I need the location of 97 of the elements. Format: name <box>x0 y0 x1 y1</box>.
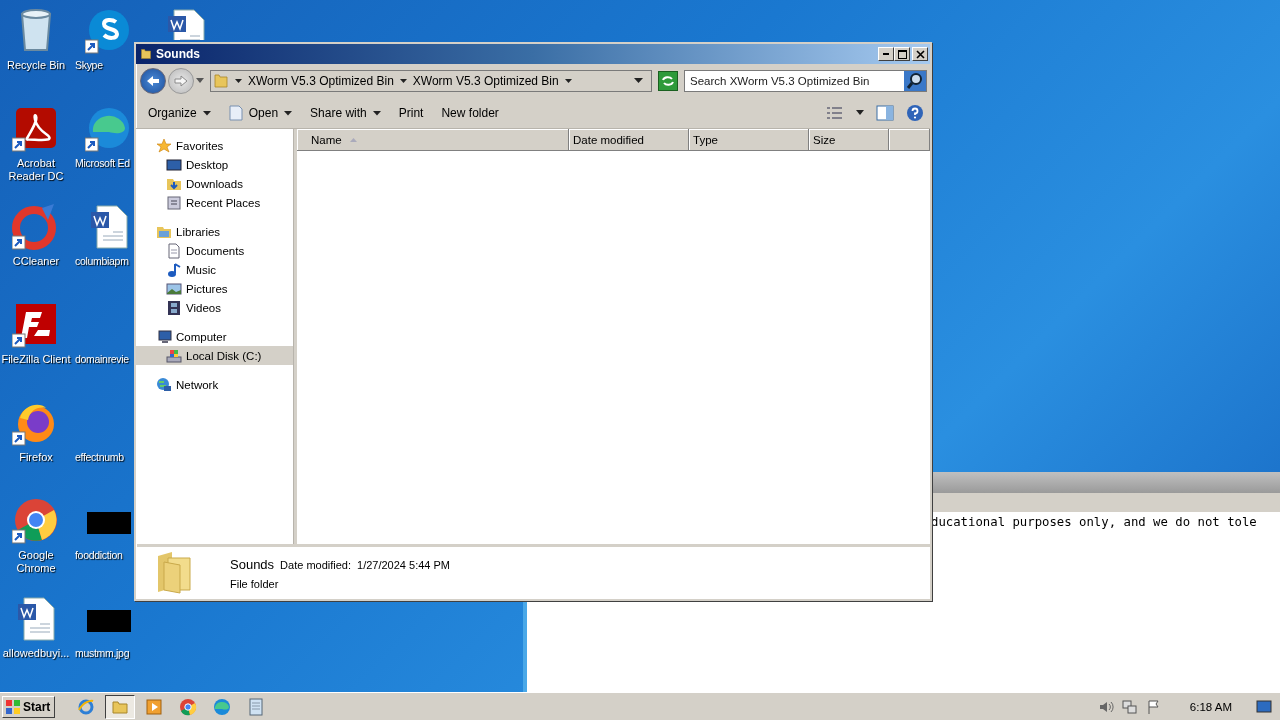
help-icon[interactable] <box>906 104 924 122</box>
minimize-button[interactable] <box>878 47 894 61</box>
preview-pane-icon[interactable] <box>876 105 894 121</box>
refresh-button[interactable] <box>658 71 678 91</box>
forward-arrow-icon <box>173 74 189 88</box>
toolbar-button[interactable]: New folder <box>433 102 507 124</box>
nav-item[interactable]: Libraries <box>136 222 293 241</box>
nav-item[interactable]: Videos <box>136 298 293 317</box>
icon-label[interactable]: Google Chrome <box>0 549 72 575</box>
search-field[interactable]: Search XWorm V5.3 Optimized Bin <box>684 70 927 92</box>
refresh-icon <box>661 75 675 87</box>
toolbar-button[interactable]: Open <box>220 101 301 125</box>
date-label: Date modified: <box>280 558 352 571</box>
icon-label[interactable]: effectnumb <box>75 451 124 464</box>
network-icon <box>156 376 172 393</box>
close-button[interactable] <box>912 47 928 61</box>
column-header[interactable] <box>889 129 930 151</box>
toolbar-button[interactable]: Organize <box>140 102 219 124</box>
nav-item[interactable]: Downloads <box>136 174 293 193</box>
nav-item[interactable]: Recent Places <box>136 193 293 212</box>
icon-label[interactable]: Acrobat Reader DC <box>0 157 72 183</box>
icon-label[interactable]: mustmm.jpg <box>75 647 130 660</box>
nav-item[interactable]: Network <box>136 375 293 394</box>
item-name: Sounds <box>230 556 275 572</box>
icon-label[interactable]: fooddiction <box>75 549 123 562</box>
folder-icon <box>140 47 152 61</box>
nav-item[interactable]: Desktop <box>136 155 293 174</box>
icon-label[interactable]: FileZilla Client <box>0 353 72 366</box>
text-line: ducational purposes only, and we do not tole <box>931 515 1257 529</box>
breadcrumb-item[interactable]: XWorm V5.3 Optimized Bin <box>248 74 394 88</box>
videos-icon <box>166 299 182 316</box>
sort-arrow-icon <box>349 137 357 142</box>
caret-icon <box>202 110 211 116</box>
nav-item[interactable]: Favorites <box>136 136 293 155</box>
taskbar-button[interactable] <box>105 694 136 719</box>
dropdown-arrow-icon[interactable] <box>196 78 204 84</box>
chrome-icon <box>179 697 198 716</box>
folder-icon <box>213 72 229 90</box>
toolbar-button[interactable]: Share with <box>302 102 389 124</box>
document-icon <box>228 105 243 121</box>
caret-icon <box>372 110 381 116</box>
icon-label[interactable]: Recycle Bin <box>0 59 72 72</box>
search-icon[interactable] <box>904 71 926 91</box>
window-title: Sounds <box>156 47 201 61</box>
view-icon[interactable] <box>826 106 844 120</box>
address-bar[interactable]: XWorm V5.3 Optimized Bin XWorm V5.3 Optimized Bin <box>210 70 652 92</box>
caret-icon[interactable] <box>564 78 572 84</box>
close-icon <box>915 49 925 59</box>
notepad-icon <box>247 697 266 716</box>
caret-icon[interactable] <box>399 78 407 84</box>
column-header[interactable]: Name <box>297 129 569 151</box>
music-icon <box>166 261 182 278</box>
nav-item[interactable]: Local Disk (C:) <box>136 346 293 365</box>
windows-logo-icon <box>5 698 21 715</box>
recent-icon <box>166 194 182 211</box>
nav-item[interactable]: Pictures <box>136 279 293 298</box>
doc-icon <box>166 242 182 259</box>
nav-item[interactable]: Documents <box>136 241 293 260</box>
toolbar-button[interactable]: Print <box>390 102 432 124</box>
network-icon[interactable] <box>1121 698 1138 715</box>
pictures-icon <box>166 280 182 297</box>
icon-label[interactable]: Skype <box>75 59 103 72</box>
internet-explorer-icon <box>77 697 96 716</box>
item-type: File folder <box>230 577 280 590</box>
media-player-icon <box>145 697 164 716</box>
desktop-icon <box>166 156 182 173</box>
star-icon <box>156 137 172 154</box>
minimize-icon <box>883 53 889 55</box>
dropdown-arrow-icon[interactable] <box>634 78 643 84</box>
clock[interactable]: 6:18 AM <box>1189 700 1232 713</box>
breadcrumb-item[interactable]: XWorm V5.3 Optimized Bin <box>412 74 559 88</box>
column-header[interactable]: Size <box>809 129 889 151</box>
maximize-icon <box>897 49 907 59</box>
back-arrow-icon <box>145 74 161 88</box>
nav-item[interactable]: Music <box>136 260 293 279</box>
icon-label[interactable]: CCleaner <box>0 255 72 268</box>
caret-icon <box>284 110 293 116</box>
disk-icon <box>166 347 182 364</box>
date-value: 1/27/2024 5:44 PM <box>357 558 450 571</box>
edge-icon <box>213 697 232 716</box>
icon-label[interactable]: Firefox <box>0 451 72 464</box>
icon-label[interactable]: allowedbuyi... <box>0 647 72 660</box>
icon-label[interactable]: Microsoft Ed <box>75 157 130 170</box>
nav-item[interactable]: Computer <box>136 327 293 346</box>
column-header[interactable]: Date modified <box>569 129 689 151</box>
dropdown-arrow-icon[interactable] <box>856 110 864 116</box>
computer-icon <box>156 328 172 345</box>
show-desktop-icon[interactable] <box>1256 699 1272 714</box>
icon-label[interactable]: domainrevie <box>75 353 129 366</box>
column-header[interactable]: Type <box>689 129 809 151</box>
flag-icon[interactable] <box>1145 698 1162 715</box>
desktop-icon[interactable] <box>12 496 60 544</box>
icon-label[interactable]: columbiapm <box>75 255 129 268</box>
maximize-button[interactable] <box>894 47 910 61</box>
caret-icon[interactable] <box>235 78 242 84</box>
start-button[interactable]: Start <box>2 695 56 718</box>
back-button[interactable] <box>140 68 166 94</box>
